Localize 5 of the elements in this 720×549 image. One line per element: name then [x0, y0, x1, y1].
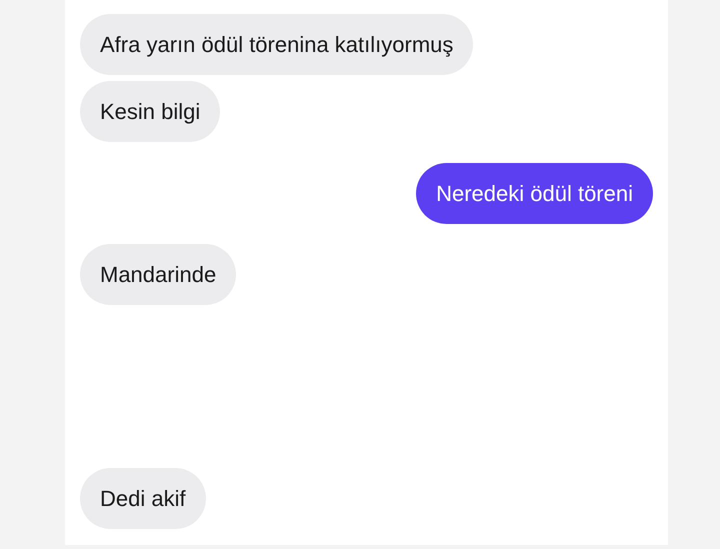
message-bubble: Mandarinde — [80, 244, 236, 305]
message-bubble: Neredeki ödül töreni — [416, 163, 653, 224]
message-bubble: Afra yarın ödül törenina katılıyormuş — [80, 14, 474, 75]
message-bubble: Kesin bilgi — [80, 81, 220, 142]
message-bubble: Dedi akif — [80, 468, 206, 529]
